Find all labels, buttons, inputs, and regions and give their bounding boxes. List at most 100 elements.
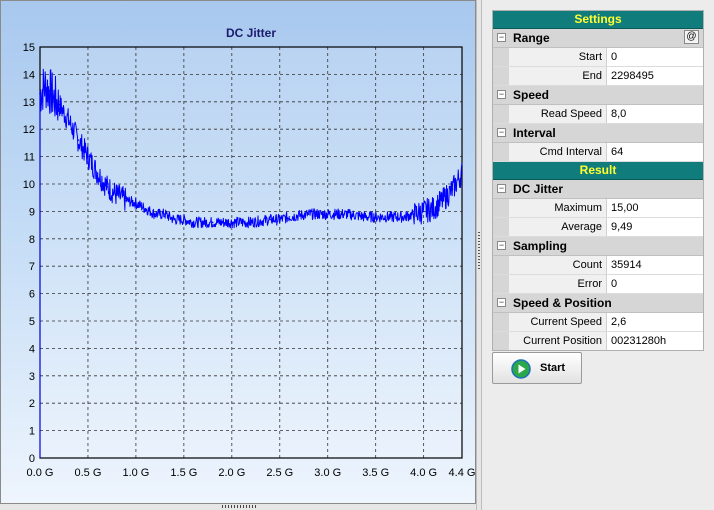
end-value[interactable]: 2298495	[611, 67, 703, 85]
property-name: End	[509, 67, 607, 85]
splitter-grip-icon	[478, 232, 480, 270]
collapse-icon[interactable]: −	[497, 241, 506, 250]
data-point	[87, 155, 89, 158]
property-row-error[interactable]: Error 0	[493, 275, 703, 294]
average-value: 9,49	[611, 221, 633, 233]
category-sampling[interactable]: − Sampling	[493, 237, 703, 256]
y-tick-label: 11	[24, 152, 35, 164]
property-name: Cmd Interval	[509, 143, 607, 161]
y-tick-label: 15	[23, 42, 35, 54]
data-point	[58, 103, 60, 106]
chart-title: DC Jitter	[226, 26, 276, 40]
x-tick-label: 1.0 G	[122, 467, 149, 479]
x-tick-label: 1.5 G	[170, 467, 197, 479]
y-tick-label: 8	[29, 234, 35, 246]
category-speed[interactable]: − Speed	[493, 86, 703, 105]
data-point	[67, 120, 70, 122]
start-button-label: Start	[540, 362, 566, 374]
data-point	[231, 221, 233, 224]
data-point	[115, 194, 118, 196]
horizontal-splitter[interactable]	[0, 504, 476, 510]
category-label: Range	[513, 31, 550, 45]
read-speed-value[interactable]: 8,0	[611, 105, 703, 123]
property-row-count[interactable]: Count 35914	[493, 256, 703, 275]
category-dc-jitter[interactable]: − DC Jitter	[493, 180, 703, 199]
collapse-icon[interactable]: −	[497, 298, 506, 307]
result-header: Result	[493, 162, 703, 180]
property-row-start[interactable]: Start 0	[493, 48, 703, 67]
maximum-value: 15,00	[611, 202, 639, 214]
data-point	[451, 188, 454, 191]
right-panel: Settings − Range @ Start 0 End 2298495 −…	[482, 0, 714, 510]
data-point	[374, 216, 377, 218]
property-row-end[interactable]: End 2298495	[493, 67, 703, 86]
category-interval[interactable]: − Interval	[493, 124, 703, 143]
data-point	[163, 213, 166, 215]
cmd-interval-value[interactable]: 64	[611, 143, 703, 161]
property-row-average[interactable]: Average 9,49	[493, 218, 703, 237]
property-row-current-position[interactable]: Current Position 00231280h	[493, 332, 703, 350]
count-value: 35914	[611, 259, 642, 271]
data-point	[192, 221, 195, 224]
error-value: 0	[611, 278, 618, 290]
start-button[interactable]: Start	[492, 352, 582, 384]
collapse-icon[interactable]: −	[497, 184, 506, 193]
at-button[interactable]: @	[684, 30, 699, 44]
data-point	[211, 221, 214, 224]
y-tick-label: 9	[29, 206, 35, 218]
collapse-icon[interactable]: −	[497, 128, 506, 137]
property-row-read-speed[interactable]: Read Speed 8,0	[493, 105, 703, 124]
y-tick-label: 13	[23, 97, 35, 109]
data-point	[96, 172, 99, 174]
category-range[interactable]: − Range @	[493, 29, 703, 48]
data-point	[461, 172, 463, 174]
current-speed-value: 2,6	[611, 316, 627, 328]
data-point	[307, 213, 310, 215]
property-name: Read Speed	[509, 105, 607, 123]
property-name: Error	[509, 275, 607, 293]
y-tick-label: 14	[23, 69, 35, 81]
category-label: Speed & Position	[513, 296, 612, 310]
property-row-cmd-interval[interactable]: Cmd Interval 64	[493, 143, 703, 162]
data-point	[422, 210, 425, 213]
category-label: DC Jitter	[513, 182, 564, 196]
y-tick-label: 5	[29, 316, 35, 328]
collapse-icon[interactable]: −	[497, 90, 506, 99]
data-point	[250, 221, 252, 224]
x-tick-label: 3.5 G	[362, 467, 389, 479]
property-name: Maximum	[509, 199, 607, 217]
plot-area	[40, 47, 462, 458]
data-point	[154, 213, 156, 215]
data-point	[53, 98, 56, 100]
property-name: Current Position	[509, 332, 607, 350]
y-tick-label: 2	[29, 398, 35, 410]
data-point	[365, 216, 367, 218]
category-label: Speed	[513, 88, 550, 102]
play-icon	[511, 359, 531, 379]
data-point	[432, 207, 435, 210]
y-tick-label: 10	[23, 179, 35, 191]
property-grid: Settings − Range @ Start 0 End 2298495 −…	[492, 10, 704, 351]
data-point	[288, 216, 291, 218]
property-row-current-speed[interactable]: Current Speed 2,6	[493, 313, 703, 332]
y-tick-label: 6	[29, 289, 35, 301]
splitter-grip-icon	[222, 505, 258, 508]
category-speed-position[interactable]: − Speed & Position	[493, 294, 703, 313]
y-tick-label: 4	[29, 343, 35, 355]
y-tick-label: 1	[29, 426, 35, 438]
y-tick-label: 7	[29, 261, 35, 273]
y-tick-label: 0	[29, 453, 35, 465]
collapse-icon[interactable]: −	[497, 33, 506, 42]
data-point	[413, 213, 415, 215]
x-tick-label: 4.0 G	[410, 467, 437, 479]
data-point	[43, 84, 46, 87]
data-point	[442, 199, 444, 202]
x-tick-label: 2.0 G	[218, 467, 245, 479]
settings-header: Settings	[493, 11, 703, 29]
category-label: Interval	[513, 126, 556, 140]
property-name: Current Speed	[509, 313, 607, 331]
start-value[interactable]: 0	[611, 48, 703, 66]
x-tick-label: 0.0 G	[27, 467, 54, 479]
x-tick-label: 2.5 G	[266, 467, 293, 479]
property-row-maximum[interactable]: Maximum 15,00	[493, 199, 703, 218]
